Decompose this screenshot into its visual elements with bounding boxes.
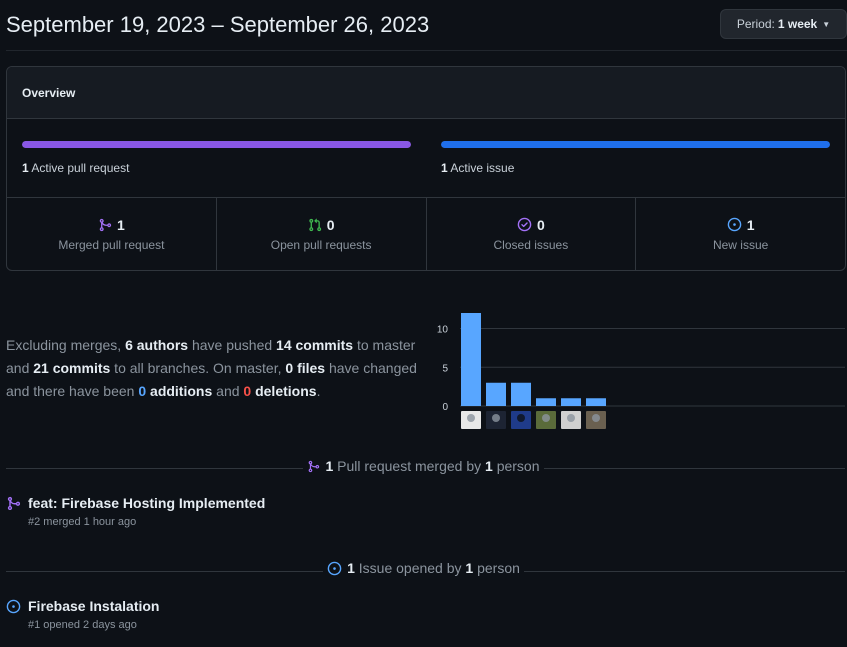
additions-label: additions <box>146 383 213 399</box>
issues-count: 1 <box>347 560 355 576</box>
summary-text: Excluding merges, <box>6 337 126 353</box>
summary-text: have pushed <box>188 337 277 353</box>
stat-label: Merged pull request <box>58 237 165 252</box>
stat-count: 1 <box>746 216 755 233</box>
active-issue-bar <box>441 141 830 148</box>
git-merge-icon <box>307 460 320 473</box>
git-merge-icon <box>98 218 112 232</box>
overview-panel: Overview 1 Active pull request 1 Active … <box>6 66 846 271</box>
active-issue-block[interactable]: 1 Active issue <box>441 141 830 175</box>
issue-opened-icon <box>327 561 342 576</box>
chart-bar <box>536 398 556 406</box>
commit-summary: Excluding merges, 6 authors have pushed … <box>6 334 426 403</box>
chart-bar <box>511 382 531 406</box>
active-issue-count: 1 <box>441 161 448 175</box>
overview-title: Overview <box>22 85 76 100</box>
git-merge-icon <box>6 496 21 511</box>
contributors-commit-chart: 10 5 0 <box>437 313 845 429</box>
stat-label: New issue <box>712 237 769 252</box>
active-issue-bar-fill <box>441 141 830 148</box>
period-label: Period: <box>736 17 775 31</box>
deletions-label: deletions <box>251 383 317 399</box>
chart-bar <box>486 382 506 406</box>
active-pr-label: Active pull request <box>31 161 130 175</box>
active-pr-text: 1 Active pull request <box>22 161 411 175</box>
merged-pr-meta: #2 merged 1 hour ago <box>28 516 137 528</box>
active-pr-bar <box>22 141 411 148</box>
chart-y-tick-label: 10 <box>437 325 449 336</box>
issue-opened-icon <box>6 599 21 614</box>
active-issue-label: Active issue <box>450 161 515 175</box>
chart-y-tick-label: 5 <box>442 363 448 374</box>
stat-label: Open pull requests <box>270 237 372 252</box>
commits-all-link[interactable]: 21 commits <box>33 360 110 376</box>
summary-text: and <box>212 383 244 399</box>
overview-header: Overview <box>7 67 845 119</box>
issue-closed-icon <box>517 217 532 232</box>
merged-section-heading: 1 Pull request merged by 1 person <box>0 458 847 476</box>
stat-count: 0 <box>326 216 335 233</box>
opened-issue-item: Firebase Instalation #1 opened 2 days ag… <box>6 598 159 631</box>
contributor-avatar-face <box>542 414 550 422</box>
issues-section-heading: 1 Issue opened by 1 person <box>0 560 847 579</box>
date-range-title: September 19, 2023 – September 26, 2023 <box>6 12 430 37</box>
issue-opened-icon <box>727 217 742 232</box>
chart-y-tick-label: 0 <box>442 402 448 413</box>
additions-count: 0 <box>138 383 147 399</box>
contributor-avatar-face <box>492 414 500 422</box>
contributor-avatar-face <box>592 414 600 422</box>
page-header: September 19, 2023 – September 26, 2023 … <box>6 0 847 51</box>
summary-text: to all branches. On master, <box>110 360 286 376</box>
merged-pr-item: feat: Firebase Hosting Implemented #2 me… <box>6 495 265 528</box>
contributor-avatar-face <box>517 414 525 422</box>
issues-heading-text: Issue opened by <box>354 560 466 576</box>
stat-new-issues[interactable]: 1 New issue <box>636 198 845 270</box>
overview-activity-bars: 1 Active pull request 1 Active issue <box>7 119 845 198</box>
caret-down-icon: ▼ <box>822 19 831 29</box>
summary-text: . <box>316 383 321 399</box>
git-pull-request-icon <box>308 218 322 232</box>
authors-link[interactable]: 6 authors <box>125 337 188 353</box>
stat-merged-pull-requests[interactable]: 1 Merged pull request <box>7 198 217 270</box>
chart-bar <box>461 313 481 406</box>
merged-heading-text: Pull request merged by <box>333 458 486 474</box>
merged-heading-text: person <box>492 458 540 474</box>
stat-open-pull-requests[interactable]: 0 Open pull requests <box>217 198 427 270</box>
commits-master-link[interactable]: 14 commits <box>276 337 353 353</box>
issue-title-link[interactable]: Firebase Instalation <box>28 598 159 614</box>
issues-heading-text: person <box>473 560 520 576</box>
overview-stats: 1 Merged pull request 0 Open pull reques… <box>7 198 845 270</box>
period-dropdown-button[interactable]: Period: 1 week ▼ <box>720 9 847 39</box>
stat-label: Closed issues <box>493 237 569 252</box>
issue-meta: #1 opened 2 days ago <box>28 619 137 631</box>
active-pr-count: 1 <box>22 161 29 175</box>
stat-closed-issues[interactable]: 0 Closed issues <box>427 198 637 270</box>
chart-bar <box>561 398 581 406</box>
files-count: 0 files <box>285 360 326 376</box>
active-issue-text: 1 Active issue <box>441 161 830 175</box>
chart-bar <box>586 398 606 406</box>
active-pr-bar-fill <box>22 141 411 148</box>
merged-people-count: 1 <box>485 458 493 474</box>
active-pr-block[interactable]: 1 Active pull request <box>22 141 411 175</box>
period-value: 1 week <box>777 17 818 31</box>
stat-count: 0 <box>536 216 545 233</box>
contributor-avatar-face <box>467 414 475 422</box>
merged-pr-title-link[interactable]: feat: Firebase Hosting Implemented <box>28 495 265 511</box>
contributor-avatar-face <box>567 414 575 422</box>
stat-count: 1 <box>116 216 125 233</box>
